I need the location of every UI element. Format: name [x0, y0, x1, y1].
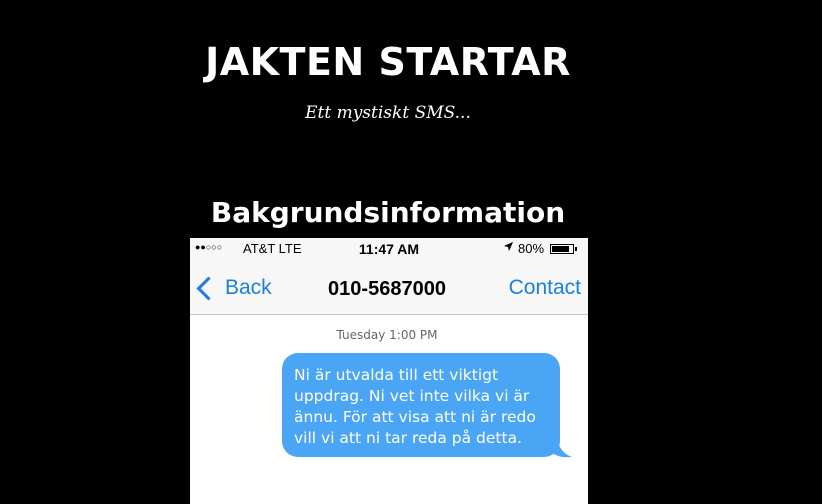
battery-icon — [550, 244, 577, 254]
message-bubble: Ni är utvalda till ett viktigt uppdrag. … — [282, 353, 560, 457]
contact-button[interactable]: Contact — [509, 276, 581, 300]
battery-percentage: 80% — [518, 241, 545, 256]
message-timestamp: Tuesday 1:00 PM — [336, 328, 438, 342]
message-nav-bar: Back 010-5687000 Contact — [190, 260, 588, 315]
page-subtitle: Ett mystiskt SMS... — [305, 103, 471, 123]
section-heading: Bakgrundsinformation — [210, 196, 566, 229]
status-bar: ●●○○○ AT&T LTE 11:47 AM 80% — [190, 238, 588, 260]
location-arrow-icon — [503, 240, 514, 255]
sms-screenshot: ●●○○○ AT&T LTE 11:47 AM 80% Back 010-568… — [190, 238, 588, 504]
page-title: JAKTEN STARTAR — [205, 40, 571, 84]
